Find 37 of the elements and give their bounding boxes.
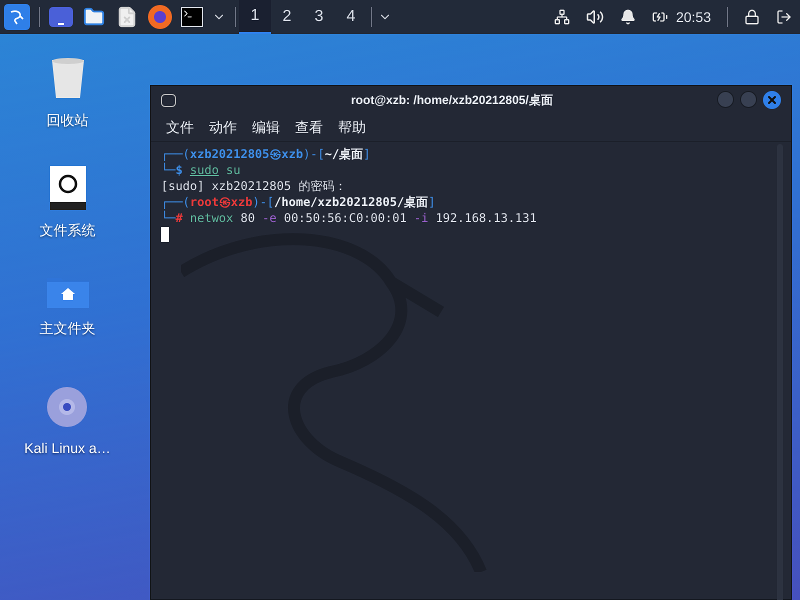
workspace-tab[interactable]: 3 [303, 0, 335, 34]
close-icon [766, 94, 778, 106]
menu-item[interactable]: 动作 [209, 117, 237, 138]
lock-icon[interactable] [744, 9, 760, 25]
menu-item[interactable]: 帮助 [338, 117, 366, 138]
menu-item[interactable]: 查看 [295, 117, 323, 138]
terminal-line: ┌──(root㉿xzb)-[/home/xzb20212805/桌面] [161, 194, 436, 210]
network-icon[interactable] [554, 9, 570, 25]
clock[interactable]: 20:53 [676, 6, 711, 28]
terminal-launcher-icon[interactable] [181, 7, 203, 27]
hard-drive-icon [50, 166, 86, 210]
optical-disc-icon [46, 386, 88, 428]
terminal-line: ┌──(xzb20212805㉿xzb)-[~/桌面] [161, 146, 370, 162]
notification-bell-icon[interactable] [620, 9, 636, 25]
home-folder-icon [46, 276, 88, 308]
terminal-window-icon [161, 94, 176, 106]
workspace-tab[interactable]: 1 [239, 0, 271, 34]
close-button[interactable] [763, 91, 781, 109]
terminal-line: └─# netwox 80 -e 00:50:56:C0:00:01 -i 192.168.13.131 [161, 210, 537, 226]
text-cursor [161, 227, 169, 242]
terminal-line: [sudo] xzb20212805 的密码： [161, 178, 346, 194]
dragon-icon [8, 8, 26, 26]
desktop-icon-label[interactable]: 文件系统 [40, 220, 96, 241]
volume-icon[interactable] [586, 8, 604, 26]
logout-icon[interactable] [776, 9, 792, 25]
workspace-tab[interactable]: 4 [335, 0, 367, 34]
desktop-icon-label[interactable]: 回收站 [46, 110, 88, 131]
menu-item[interactable]: 编辑 [252, 117, 280, 138]
desktop-icon-label[interactable]: Kali Linux a… [24, 438, 111, 459]
desktop-icon-label[interactable]: 主文件夹 [40, 318, 96, 339]
terminal-line: └─$ sudo su [161, 162, 240, 178]
show-desktop-button[interactable] [49, 7, 73, 27]
scrollbar[interactable] [777, 144, 783, 600]
window-title: root@xzb: /home/xzb20212805/桌面 [351, 92, 553, 109]
kali-menu-button[interactable] [4, 4, 30, 30]
menu-item[interactable]: 文件 [166, 117, 194, 138]
workspace-tab[interactable]: 2 [271, 0, 303, 34]
